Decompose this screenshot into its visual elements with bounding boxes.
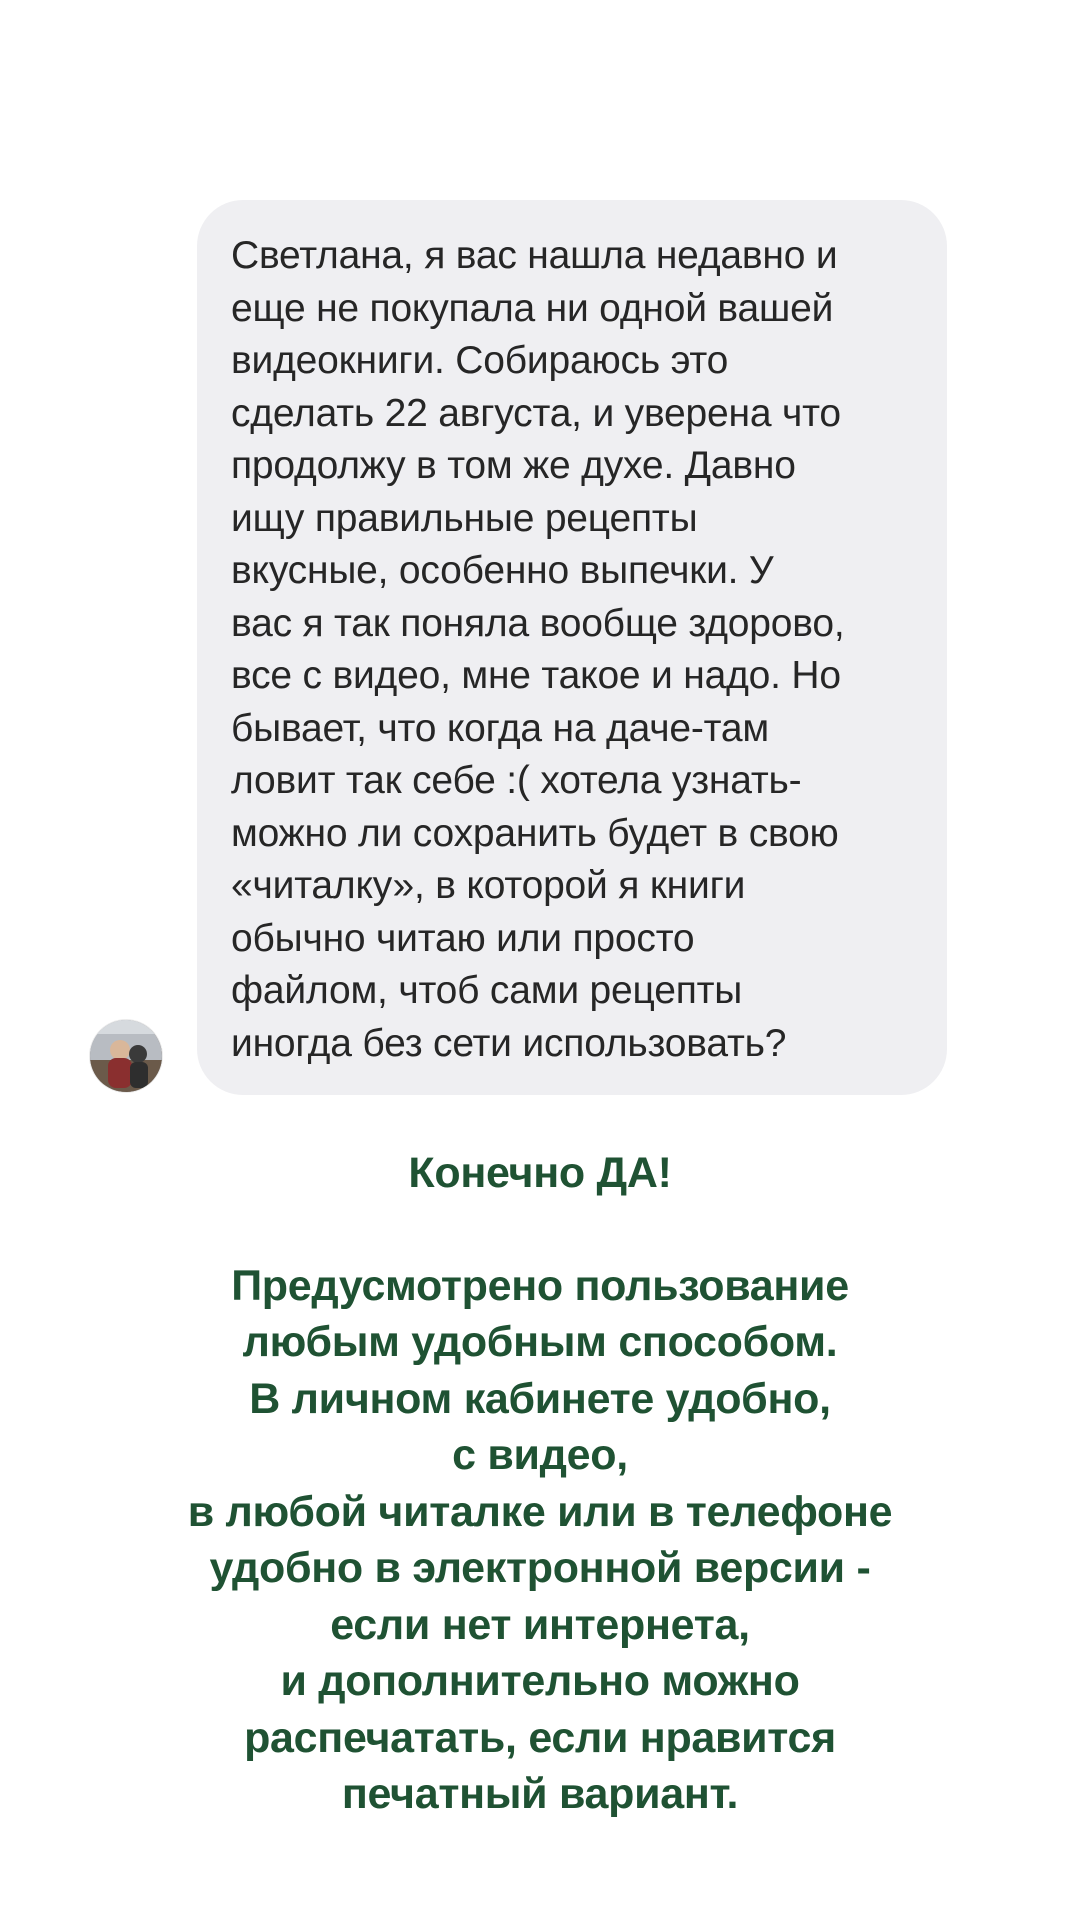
message-text-line: еще не покупала ни одной вашей — [231, 286, 834, 330]
message-text-line: продолжу в том же духе. Давно — [231, 444, 796, 487]
message-text-line: все с видео, мне такое и надо. Но — [231, 654, 841, 697]
incoming-message-row: Светлана, я вас нашла недавно и еще не п… — [0, 0, 1080, 1100]
reply-line: печатный вариант. — [341, 1770, 739, 1818]
reply-heading: Конечно ДА! — [408, 1149, 672, 1197]
reply-text-block: Конечно ДА! Предусмотрено пользование лю… — [0, 1145, 1080, 1823]
reply-line: Предусмотрено пользование — [231, 1261, 849, 1310]
message-text-line: «читалку», в которой я книги — [231, 864, 746, 907]
message-text-line: обычно читаю или просто — [231, 916, 695, 960]
reply-line: и дополнительно можно — [280, 1657, 800, 1705]
reply-line: В личном кабинете удобно, — [249, 1374, 831, 1423]
reply-line: с видео, — [452, 1431, 628, 1479]
message-bubble[interactable]: Светлана, я вас нашла недавно и еще не п… — [197, 200, 947, 1095]
reply-line: любым удобным способом. — [242, 1318, 838, 1366]
avatar-photo-icon — [90, 1020, 162, 1092]
reply-line: в любой читалке или в телефоне — [187, 1487, 893, 1536]
message-text-line: видеокниги. Собираюсь это — [231, 339, 729, 382]
message-text-line: иногда без сети использовать? — [231, 1021, 787, 1065]
message-text-line: ловит так себе :( хотела узнать- — [231, 759, 802, 802]
message-text-line: можно ли сохранить будет в свою — [231, 811, 839, 855]
sender-avatar[interactable] — [90, 1020, 162, 1092]
message-text-line: бывает, что когда на даче-там — [231, 706, 769, 750]
message-text-line: файлом, чтоб сами рецепты — [231, 969, 743, 1012]
reply-line: распечатать, если нравится — [244, 1713, 836, 1762]
message-text-line: вкусные, особенно выпечки. У — [231, 549, 774, 592]
reply-line: если нет интернета, — [330, 1600, 750, 1649]
message-text-line: сделать 22 августа, и уверена что — [231, 391, 841, 435]
message-text-line: Светлана, я вас нашла недавно и — [231, 234, 838, 277]
message-text-line: ищу правильные рецепты — [231, 496, 698, 540]
message-text-line: вас я так поняла вообще здорово, — [231, 601, 845, 645]
reply-line: удобно в электронной версии - — [209, 1544, 871, 1592]
